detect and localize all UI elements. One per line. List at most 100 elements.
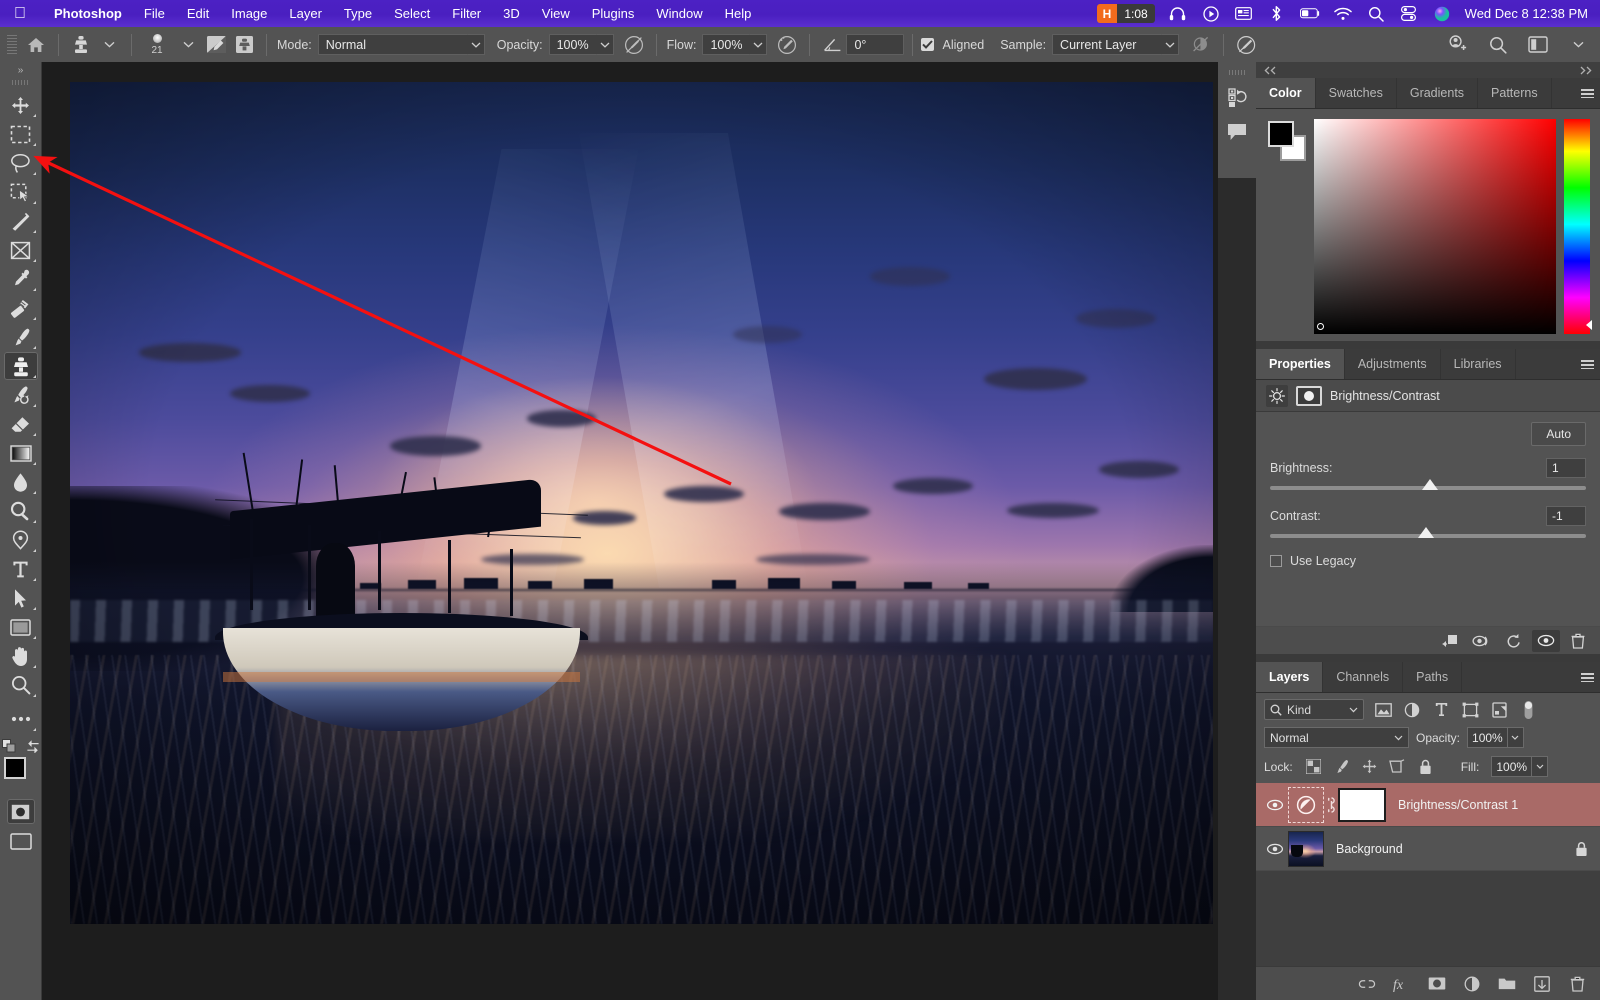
chevron-down-icon[interactable] <box>1564 32 1592 58</box>
foreground-color-swatch[interactable] <box>4 757 26 779</box>
layer-name[interactable]: Background <box>1336 842 1403 856</box>
tab-swatches[interactable]: Swatches <box>1316 78 1397 108</box>
mask-icon[interactable] <box>1428 975 1446 993</box>
pen-tool[interactable] <box>4 526 38 554</box>
battery-icon[interactable] <box>1300 4 1320 23</box>
tab-adjustments[interactable]: Adjustments <box>1345 349 1441 379</box>
menu-item-type[interactable]: Type <box>333 6 383 21</box>
control-center-icon[interactable] <box>1399 4 1419 23</box>
layer-thumbnail[interactable] <box>1288 787 1324 823</box>
workspace-icon[interactable] <box>1524 32 1552 58</box>
trash-icon[interactable] <box>1564 630 1592 652</box>
type-tool[interactable] <box>4 555 38 583</box>
menu-item-help[interactable]: Help <box>714 6 763 21</box>
table-row[interactable]: Brightness/Contrast 1 <box>1256 783 1600 827</box>
brush-tool[interactable] <box>4 323 38 351</box>
search-icon[interactable] <box>1366 4 1386 23</box>
move-tool[interactable] <box>4 91 38 119</box>
dodge-tool[interactable] <box>4 497 38 525</box>
tab-color[interactable]: Color <box>1256 78 1316 108</box>
panel-menu-icon[interactable] <box>1574 662 1600 692</box>
filter-smart-object-icon[interactable] <box>1489 700 1509 720</box>
contrast-slider-thumb[interactable] <box>1418 527 1434 538</box>
object-selection-tool[interactable] <box>4 178 38 206</box>
color-field-picker-handle[interactable] <box>1317 323 1324 330</box>
eyedropper-tool[interactable] <box>4 265 38 293</box>
brush-preset-chevron-down-icon[interactable] <box>174 32 202 58</box>
lock-all-icon[interactable] <box>1417 758 1434 775</box>
brightness-value-field[interactable]: 1 <box>1546 458 1586 478</box>
eraser-tool[interactable] <box>4 410 38 438</box>
menu-bar-clock[interactable]: Wed Dec 8 12:38 PM <box>1465 6 1588 21</box>
filter-shape-icon[interactable] <box>1460 700 1480 720</box>
panel-menu-icon[interactable] <box>1574 78 1600 108</box>
tab-patterns[interactable]: Patterns <box>1478 78 1552 108</box>
eye-icon[interactable] <box>1532 630 1560 652</box>
rectangle-tool[interactable] <box>4 613 38 641</box>
hue-strip[interactable] <box>1564 119 1590 334</box>
trash-icon[interactable] <box>1568 975 1586 993</box>
filter-kind-select[interactable]: Kind <box>1264 699 1364 720</box>
brightness-slider-thumb[interactable] <box>1422 479 1438 490</box>
panel-menu-icon[interactable] <box>1574 349 1600 379</box>
layer-thumbnail[interactable] <box>1288 831 1324 867</box>
expand-panels-icon[interactable] <box>1579 66 1593 75</box>
toolbar-grip[interactable] <box>12 80 30 85</box>
brightness-slider[interactable] <box>1270 486 1586 490</box>
layer-opacity-input[interactable]: 100% <box>1467 727 1524 748</box>
clone-stamp-icon[interactable] <box>67 32 95 58</box>
timer-badge[interactable]: H 1:08 <box>1097 4 1155 23</box>
lock-position-icon[interactable] <box>1361 758 1378 775</box>
layer-visibility-eye-icon[interactable] <box>1262 799 1288 811</box>
menu-item-window[interactable]: Window <box>645 6 713 21</box>
history-brush-tool[interactable] <box>4 381 38 409</box>
toolbar-expand-button[interactable]: » <box>0 62 41 78</box>
filter-type-icon[interactable] <box>1431 700 1451 720</box>
wifi-icon[interactable] <box>1333 4 1353 23</box>
screen-mode-icon[interactable] <box>8 830 34 852</box>
options-bar-grip[interactable] <box>7 35 17 55</box>
link-icon[interactable] <box>1358 975 1376 993</box>
lock-image-pixels-icon[interactable] <box>1333 758 1350 775</box>
news-icon[interactable] <box>1234 4 1254 23</box>
filter-adjustment-icon[interactable] <box>1402 700 1422 720</box>
clone-source-icon[interactable] <box>230 32 258 58</box>
history-icon[interactable] <box>1222 83 1252 113</box>
opacity-input[interactable]: 100% <box>549 34 614 55</box>
pressure-size-icon[interactable] <box>1232 32 1260 58</box>
tab-channels[interactable]: Channels <box>1323 662 1403 692</box>
menu-item-layer[interactable]: Layer <box>278 6 333 21</box>
frame-tool[interactable] <box>4 236 38 264</box>
angle-icon[interactable] <box>818 32 846 58</box>
foreground-background-color-swatches[interactable] <box>4 757 38 791</box>
gradient-tool[interactable] <box>4 439 38 467</box>
layer-mask-link-icon[interactable] <box>1324 795 1338 815</box>
tab-gradients[interactable]: Gradients <box>1397 78 1478 108</box>
reset-icon[interactable] <box>1500 630 1528 652</box>
blur-tool[interactable] <box>4 468 38 496</box>
brush-size-preview[interactable]: 21 <box>140 34 174 56</box>
swap-colors-icon[interactable] <box>26 739 40 753</box>
menu-item-view[interactable]: View <box>531 6 581 21</box>
contrast-value-field[interactable]: -1 <box>1546 506 1586 526</box>
color-field[interactable] <box>1314 119 1556 334</box>
blend-mode-select[interactable]: Normal <box>318 34 485 55</box>
document-canvas[interactable] <box>70 82 1213 924</box>
edit-toolbar-tool[interactable] <box>4 705 38 733</box>
tool-preset-chevron-down-icon[interactable] <box>95 32 123 58</box>
tab-libraries[interactable]: Libraries <box>1441 349 1516 379</box>
mini-dock-grip[interactable] <box>1229 70 1245 75</box>
lock-artboard-icon[interactable] <box>1389 758 1406 775</box>
hand-tool[interactable] <box>4 642 38 670</box>
sample-select[interactable]: Current Layer <box>1052 34 1179 55</box>
menu-item-plugins[interactable]: Plugins <box>581 6 646 21</box>
angle-input[interactable]: 0° <box>846 34 904 55</box>
half-circle-icon[interactable] <box>1463 975 1481 993</box>
color-panel-swatches[interactable] <box>1266 121 1308 163</box>
menu-item-image[interactable]: Image <box>220 6 278 21</box>
table-row[interactable]: Background <box>1256 827 1600 871</box>
rectangular-marquee-tool[interactable] <box>4 120 38 148</box>
menu-item-select[interactable]: Select <box>383 6 441 21</box>
lasso-tool[interactable] <box>4 149 38 177</box>
path-selection-tool[interactable] <box>4 584 38 612</box>
